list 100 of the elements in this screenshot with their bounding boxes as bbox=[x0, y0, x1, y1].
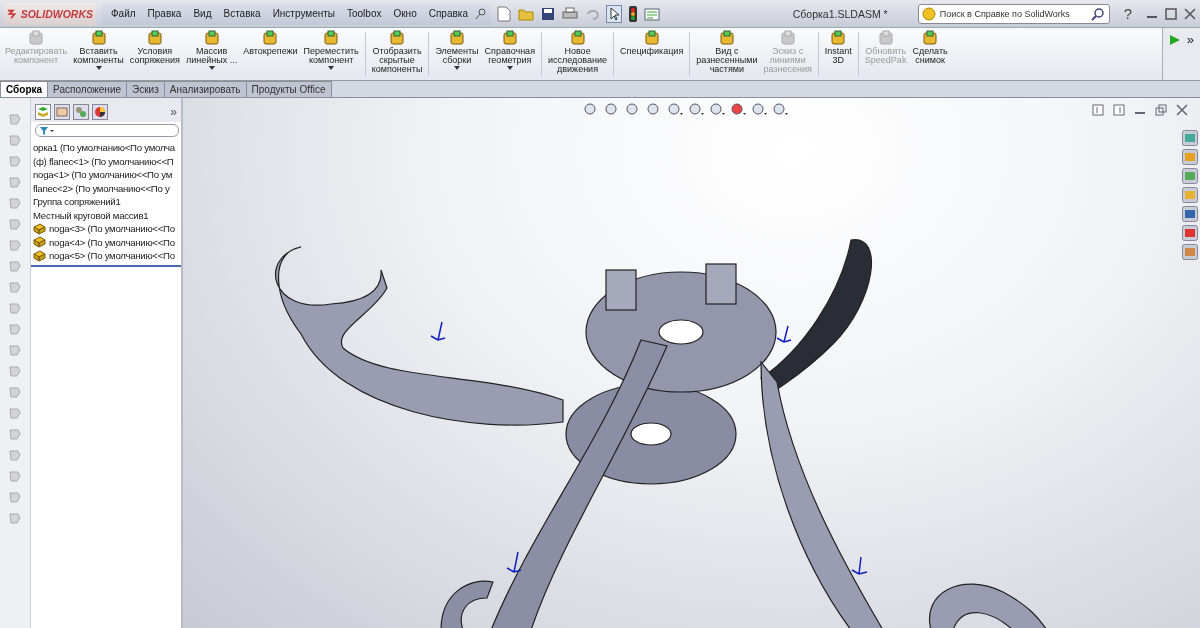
box-icon bbox=[28, 30, 45, 46]
ribbon-button[interactable]: Автокрепежи bbox=[240, 28, 301, 80]
tree-icon[interactable] bbox=[35, 104, 51, 120]
tool-icon[interactable] bbox=[8, 133, 22, 147]
tool-icon[interactable] bbox=[8, 259, 22, 273]
tree-item[interactable]: Местный круговой массив1 bbox=[33, 209, 149, 221]
menu-item[interactable]: Правка bbox=[142, 8, 187, 19]
menu-item[interactable]: Файл bbox=[106, 8, 141, 19]
maximize-icon[interactable] bbox=[1165, 7, 1177, 20]
panel-overflow-button[interactable]: » bbox=[170, 105, 177, 119]
box-icon bbox=[501, 30, 518, 46]
funnel-icon bbox=[40, 126, 54, 135]
tool-icon[interactable] bbox=[8, 343, 22, 357]
tool-icon[interactable] bbox=[8, 217, 22, 231]
caret-icon[interactable] bbox=[208, 66, 215, 70]
caret-icon[interactable] bbox=[328, 66, 335, 70]
menu-item[interactable]: Инструменты bbox=[267, 8, 340, 19]
filter-field[interactable] bbox=[35, 124, 179, 137]
tree-item[interactable]: flanec<2> (По умолчанию<<По у bbox=[33, 182, 170, 194]
property-icon[interactable] bbox=[54, 104, 70, 120]
ribbon-button[interactable]: Элементы сборки bbox=[432, 28, 482, 80]
box-icon bbox=[643, 30, 660, 46]
menu-item[interactable]: Окно bbox=[388, 8, 422, 19]
box-icon bbox=[449, 30, 465, 46]
search-field[interactable]: Поиск в Справке по SolidWorks bbox=[917, 3, 1110, 24]
close-icon[interactable] bbox=[1176, 104, 1188, 116]
tool-icon[interactable] bbox=[8, 175, 22, 189]
tool-icon[interactable] bbox=[8, 322, 22, 336]
box-icon bbox=[323, 30, 340, 46]
ribbon-button[interactable]: Сделать снимок bbox=[909, 28, 951, 80]
search-icon[interactable] bbox=[1090, 6, 1105, 21]
help-button[interactable]: ? bbox=[1115, 5, 1140, 22]
cursor-icon[interactable] bbox=[605, 4, 622, 23]
undo-icon[interactable] bbox=[584, 7, 599, 20]
ribbon-button[interactable]: Спецификация bbox=[617, 28, 687, 80]
caret-icon[interactable] bbox=[506, 66, 513, 70]
tool-icon[interactable] bbox=[8, 469, 22, 483]
tree-item[interactable]: Группа сопряжений1 bbox=[33, 196, 121, 208]
logo-icon bbox=[7, 7, 19, 20]
tree-item[interactable]: noga<1> (По умолчанию<<По ум bbox=[33, 169, 172, 181]
restore-icon[interactable] bbox=[1155, 104, 1167, 116]
tool-icon[interactable] bbox=[8, 511, 22, 525]
tool-icon[interactable] bbox=[8, 301, 22, 315]
menu-item[interactable]: Toolbox bbox=[342, 8, 387, 19]
appearance-icon[interactable] bbox=[92, 104, 108, 120]
tool-icon[interactable] bbox=[8, 364, 22, 378]
menu-item[interactable]: Справка bbox=[423, 8, 473, 19]
printer-icon[interactable] bbox=[561, 6, 578, 21]
tree-item[interactable]: (ф) flanec<1> (По умолчанию<<П bbox=[33, 155, 174, 167]
ribbon-button[interactable]: Отобразить скрытые компоненты bbox=[368, 28, 426, 80]
menu-item[interactable]: Вид bbox=[188, 8, 217, 19]
tool-icon[interactable] bbox=[8, 406, 22, 420]
split-right-icon[interactable] bbox=[1113, 104, 1125, 116]
options-icon[interactable] bbox=[643, 6, 660, 21]
ribbon-button[interactable]: Справочная геометрия bbox=[481, 28, 538, 80]
tree-item[interactable]: орка1 (По умолчанию<По умолча bbox=[33, 142, 175, 154]
save-icon[interactable] bbox=[540, 6, 555, 21]
tab[interactable]: Продукты Office bbox=[245, 81, 332, 97]
box-icon bbox=[389, 30, 406, 46]
menu-item[interactable]: Вставка bbox=[218, 8, 266, 19]
tool-icon[interactable] bbox=[8, 385, 22, 399]
ribbon-button[interactable]: Instant 3D bbox=[821, 28, 855, 80]
caret-icon[interactable] bbox=[454, 66, 460, 70]
tab[interactable]: Эскиз bbox=[126, 81, 165, 97]
ribbon-overflow-button[interactable]: » bbox=[1186, 34, 1194, 46]
tool-icon[interactable] bbox=[8, 196, 22, 210]
tool-icon[interactable] bbox=[8, 154, 22, 168]
new-document-icon[interactable] bbox=[496, 5, 511, 22]
box-icon bbox=[146, 30, 163, 46]
caret-icon[interactable] bbox=[95, 66, 102, 70]
ribbon-button[interactable]: Массив линейных ... bbox=[183, 28, 241, 80]
document-title: Сборка1.SLDASM * bbox=[792, 7, 888, 20]
tool-icon[interactable] bbox=[8, 238, 22, 252]
box-icon bbox=[718, 30, 735, 46]
close-icon[interactable] bbox=[1184, 7, 1196, 20]
box-icon bbox=[922, 30, 939, 46]
box-icon bbox=[203, 30, 220, 46]
tab[interactable]: Сборка bbox=[0, 81, 49, 97]
tree-item[interactable]: noga<4> (По умолчанию<<По bbox=[49, 236, 175, 248]
box-icon bbox=[830, 30, 847, 46]
box-icon bbox=[877, 30, 894, 46]
split-left-icon[interactable] bbox=[1092, 104, 1104, 116]
tree-item[interactable]: noga<5> (По умолчанию<<По bbox=[49, 250, 175, 262]
tab[interactable]: Расположение bbox=[47, 81, 128, 97]
traffic-light-icon[interactable] bbox=[628, 5, 637, 22]
tool-icon[interactable] bbox=[8, 490, 22, 504]
ribbon-button[interactable]: Вид с разнесенными частями bbox=[693, 28, 761, 80]
tool-icon[interactable] bbox=[8, 427, 22, 441]
tool-icon[interactable] bbox=[8, 112, 22, 126]
play-icon[interactable] bbox=[1168, 34, 1181, 46]
ribbon-button[interactable]: Вставить компоненты bbox=[70, 28, 127, 80]
ribbon-button[interactable]: Условия сопряжения bbox=[126, 28, 183, 80]
tool-icon[interactable] bbox=[8, 280, 22, 294]
ribbon-button[interactable]: Новое исследование движения bbox=[545, 28, 611, 80]
tree-item[interactable]: noga<3> (По умолчанию<<По bbox=[49, 223, 175, 235]
tab[interactable]: Анализировать bbox=[163, 81, 247, 97]
ribbon-button[interactable]: Переместить компонент bbox=[300, 28, 362, 80]
box-icon bbox=[569, 30, 586, 46]
box-icon bbox=[262, 30, 279, 46]
tool-icon[interactable] bbox=[8, 448, 22, 462]
